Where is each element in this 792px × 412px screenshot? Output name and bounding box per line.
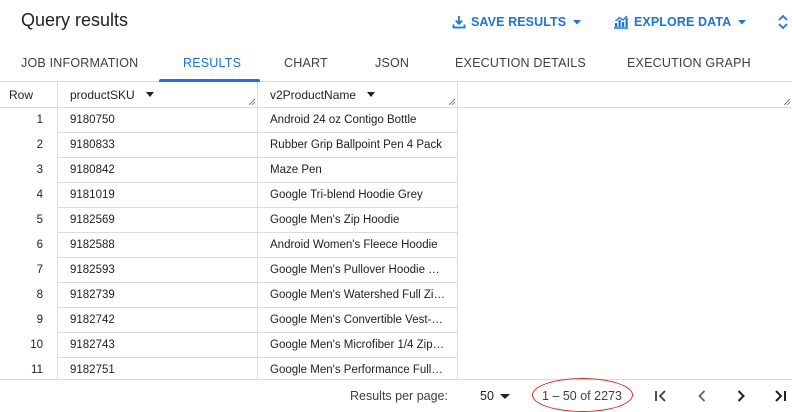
productsku-cell[interactable]: 9182593	[58, 258, 258, 283]
results-header: Query results SAVE RESULTS EXPLORE DATA	[0, 0, 792, 44]
tab-execution-graph[interactable]: EXECUTION GRAPH	[627, 44, 751, 82]
save-results-label: SAVE RESULTS	[471, 15, 567, 29]
expand-toggle-icon[interactable]	[776, 12, 790, 32]
chart-icon	[613, 15, 629, 29]
row-number-cell: 5	[0, 208, 58, 233]
table-row: 1 9180750 Android 24 oz Contigo Bottle	[0, 108, 458, 133]
v2productname-cell[interactable]: Rubber Grip Ballpoint Pen 4 Pack	[258, 133, 458, 158]
table-row: 10 9182743 Google Men's Microfiber 1/4 Zip…	[0, 333, 458, 358]
tab-execution-details[interactable]: EXECUTION DETAILS	[455, 44, 586, 82]
download-icon	[452, 15, 466, 29]
sort-menu-icon[interactable]	[146, 92, 155, 98]
results-grid: Row productSKU v2ProductName 1 9180750 And…	[0, 82, 792, 379]
productsku-cell[interactable]: 9182739	[58, 283, 258, 308]
productsku-cell[interactable]: 9180750	[58, 108, 258, 133]
productsku-cell[interactable]: 9182743	[58, 333, 258, 358]
row-number-cell: 8	[0, 283, 58, 308]
v2productname-cell[interactable]: Google Men's Performance Full Zip Jacket…	[258, 358, 458, 379]
v2productname-cell[interactable]: Maze Pen	[258, 158, 458, 183]
row-number-cell: 2	[0, 133, 58, 158]
column-header-empty	[458, 82, 792, 108]
row-number-cell: 10	[0, 333, 58, 358]
productsku-cell[interactable]: 9181019	[58, 183, 258, 208]
first-page-icon	[655, 390, 666, 402]
v2productname-cell[interactable]: Google Tri-blend Hoodie Grey	[258, 183, 458, 208]
tab-chart[interactable]: CHART	[284, 44, 328, 82]
grid-body: 1 9180750 Android 24 oz Contigo Bottle 2 918…	[0, 108, 458, 379]
chevron-left-icon	[698, 390, 706, 402]
v2productname-cell[interactable]: Android 24 oz Contigo Bottle	[258, 108, 458, 133]
tab-json[interactable]: JSON	[375, 44, 409, 82]
productsku-cell[interactable]: 9182742	[58, 308, 258, 333]
explore-data-label: EXPLORE DATA	[634, 15, 732, 29]
table-row: 3 9180842 Maze Pen	[0, 158, 458, 183]
page-title: Query results	[21, 10, 129, 30]
results-per-page-label: Results per page:	[350, 389, 448, 403]
first-page-button[interactable]	[651, 386, 671, 406]
pagination-range: 1 – 50 of 2273	[542, 389, 622, 403]
table-row: 8 9182739 Google Men's Watershed Full Zip …	[0, 283, 458, 308]
column-header-v2productname[interactable]: v2ProductName	[258, 82, 458, 108]
results-per-page-select[interactable]: 50	[480, 389, 510, 403]
chevron-down-icon	[736, 16, 748, 28]
last-page-icon	[775, 390, 786, 402]
row-number-cell: 3	[0, 158, 58, 183]
column-resize-icon[interactable]	[784, 99, 790, 105]
column-header-productsku-label: productSKU	[70, 88, 135, 102]
row-number-cell: 9	[0, 308, 58, 333]
v2productname-cell[interactable]: Google Men's Watershed Full Zip Hoodie G…	[258, 283, 458, 308]
next-page-button[interactable]	[731, 386, 751, 406]
productsku-cell[interactable]: 9182569	[58, 208, 258, 233]
grid-header-row: Row productSKU v2ProductName	[0, 82, 792, 108]
row-number-cell: 7	[0, 258, 58, 283]
productsku-cell[interactable]: 9182588	[58, 233, 258, 258]
save-results-button[interactable]: SAVE RESULTS	[452, 12, 583, 32]
results-tabs: JOB INFORMATION RESULTS CHART JSON EXECU…	[0, 44, 792, 82]
pagination-bar: Results per page: 50 1 – 50 of 2273	[0, 378, 792, 412]
v2productname-cell[interactable]: Google Men's Convertible Vest-Jacket Pew…	[258, 308, 458, 333]
chevron-right-icon	[737, 390, 745, 402]
row-number-cell: 6	[0, 233, 58, 258]
column-header-v2productname-label: v2ProductName	[270, 88, 357, 102]
column-header-productsku[interactable]: productSKU	[58, 82, 258, 108]
sort-menu-icon[interactable]	[367, 92, 376, 98]
v2productname-cell[interactable]: Android Women's Fleece Hoodie	[258, 233, 458, 258]
explore-data-button[interactable]: EXPLORE DATA	[613, 12, 748, 32]
table-row: 4 9181019 Google Tri-blend Hoodie Grey	[0, 183, 458, 208]
productsku-cell[interactable]: 9180842	[58, 158, 258, 183]
column-header-row: Row	[0, 82, 58, 108]
previous-page-button[interactable]	[692, 386, 712, 406]
results-per-page-value: 50	[480, 389, 494, 403]
last-page-button[interactable]	[770, 386, 790, 406]
column-header-row-label: Row	[9, 88, 34, 102]
table-row: 6 9182588 Android Women's Fleece Hoodie	[0, 233, 458, 258]
productsku-cell[interactable]: 9182751	[58, 358, 258, 379]
chevron-down-icon	[499, 393, 510, 399]
table-row: 9 9182742 Google Men's Convertible Vest-Ja…	[0, 308, 458, 333]
productsku-cell[interactable]: 9180833	[58, 133, 258, 158]
row-number-cell: 11	[0, 358, 58, 379]
table-row: 11 9182751 Google Men's Performance Full Z…	[0, 358, 458, 379]
v2productname-cell[interactable]: Google Men's Zip Hoodie	[258, 208, 458, 233]
row-number-cell: 4	[0, 183, 58, 208]
tab-results[interactable]: RESULTS	[183, 44, 241, 82]
table-row: 2 9180833 Rubber Grip Ballpoint Pen 4 Pack	[0, 133, 458, 158]
table-row: 7 9182593 Google Men's Pullover Hoodie Gre…	[0, 258, 458, 283]
table-row: 5 9182569 Google Men's Zip Hoodie	[0, 208, 458, 233]
v2productname-cell[interactable]: Google Men's Microfiber 1/4 Zip Pullover…	[258, 333, 458, 358]
column-resize-icon[interactable]	[449, 99, 455, 105]
v2productname-cell[interactable]: Google Men's Pullover Hoodie Grey	[258, 258, 458, 283]
column-resize-icon[interactable]	[249, 99, 255, 105]
tab-job-information[interactable]: JOB INFORMATION	[21, 44, 138, 82]
row-number-cell: 1	[0, 108, 58, 133]
chevron-down-icon	[571, 16, 583, 28]
